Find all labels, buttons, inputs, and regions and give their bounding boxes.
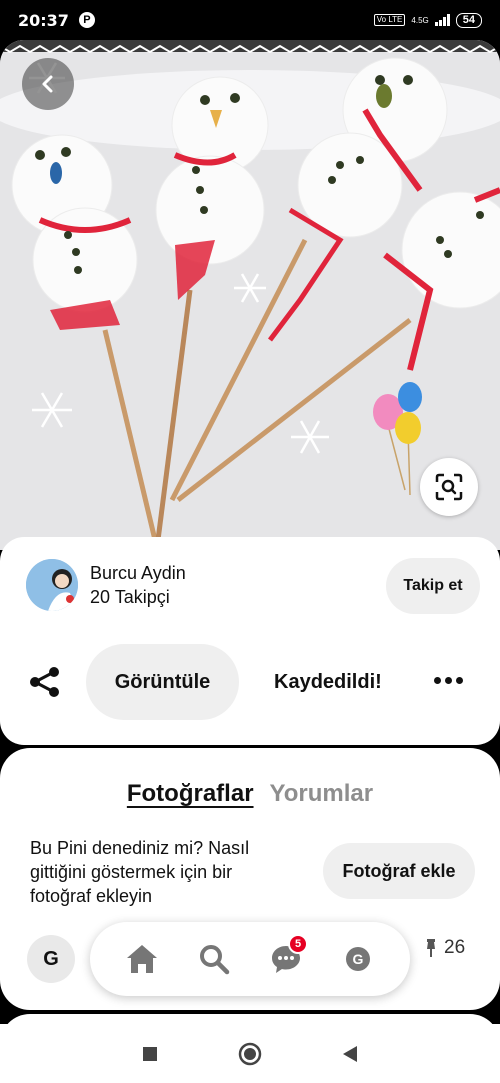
visual-search-icon <box>435 473 463 501</box>
pinterest-notification-icon: P <box>78 12 95 28</box>
back-arrow-icon <box>42 75 53 93</box>
status-time: 20:37 <box>18 10 69 30</box>
profile-tab[interactable]: G <box>338 939 378 979</box>
search-icon <box>200 945 230 975</box>
share-button[interactable] <box>28 665 62 704</box>
pin-info-card: Burcu Aydin 20 Takipçi Takip et Görüntül… <box>0 537 500 745</box>
home-icon <box>127 945 157 973</box>
pin-count-value: 26 <box>444 937 466 958</box>
profile-button[interactable]: G <box>27 935 75 983</box>
share-icon <box>30 667 59 697</box>
notification-badge: 5 <box>288 934 308 954</box>
bottom-navigation: 5 G <box>90 922 410 996</box>
status-icons: Vo LTE 4.5G 54 <box>373 12 482 28</box>
pin-icon <box>427 939 435 957</box>
home-system-icon[interactable] <box>238 1042 262 1066</box>
more-options-icon[interactable] <box>434 677 463 684</box>
back-button[interactable] <box>22 58 74 110</box>
messages-button[interactable]: 5 <box>266 934 308 979</box>
avatar[interactable] <box>26 559 78 611</box>
back-system-icon[interactable] <box>342 1045 358 1063</box>
profile-initial: G <box>346 947 370 971</box>
add-photo-button[interactable]: Fotoğraf ekle <box>323 843 475 899</box>
recents-icon[interactable] <box>142 1046 158 1062</box>
signal-icon <box>434 14 450 26</box>
system-navigation-bar <box>0 1024 500 1083</box>
search-button[interactable] <box>194 939 234 979</box>
tab-bar: Fotoğraflar Yorumlar <box>0 780 500 808</box>
volte-icon: Vo LTE <box>373 14 406 26</box>
tried-prompt-text: Bu Pini denediniz mi? Nasıl gittiğini gö… <box>30 838 250 906</box>
home-button[interactable] <box>122 939 162 979</box>
follow-button[interactable]: Takip et <box>386 558 480 614</box>
status-bar: 20:37 P Vo LTE 4.5G 54 <box>0 0 500 40</box>
tab-comments[interactable]: Yorumlar <box>270 780 374 808</box>
view-button[interactable]: Görüntüle <box>86 644 239 720</box>
saved-button[interactable]: Kaydedildi! <box>274 671 382 694</box>
author-name[interactable]: Burcu Aydin <box>90 563 186 584</box>
tab-photos[interactable]: Fotoğraflar <box>127 780 254 808</box>
pin-count: 26 <box>424 937 465 959</box>
battery-indicator: 54 <box>455 12 482 28</box>
follower-count: 20 Takipçi <box>90 587 170 607</box>
visual-search-button[interactable] <box>420 458 478 516</box>
network-type: 4.5G <box>411 15 429 25</box>
